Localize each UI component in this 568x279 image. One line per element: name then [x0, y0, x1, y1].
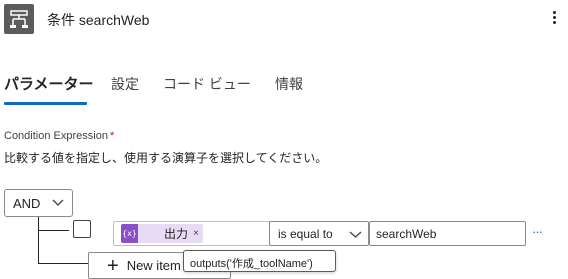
chevron-down-icon	[52, 199, 64, 206]
required-marker: *	[109, 130, 115, 142]
row-more-options-icon[interactable]: ···	[532, 224, 543, 239]
expression-icon: {x}	[121, 224, 138, 243]
new-item-label: New item	[126, 258, 181, 273]
tree-connector-add	[38, 263, 88, 264]
tab-settings[interactable]: 設定	[111, 74, 139, 94]
tab-parameters[interactable]: パラメーター	[4, 73, 94, 94]
group-operator-value: AND	[13, 195, 41, 211]
condition-expression-label: Condition Expression *	[4, 130, 114, 142]
right-operand-input[interactable]: searchWeb	[369, 221, 526, 246]
tree-connector-row	[38, 230, 69, 231]
tab-code-view[interactable]: コード ビュー	[163, 74, 251, 94]
tab-about[interactable]: 情報	[275, 74, 303, 94]
more-options-icon[interactable]	[547, 6, 561, 28]
condition-expression-label-text: Condition Expression	[4, 130, 108, 142]
left-operand-input[interactable]: {x} 出力 ×	[113, 221, 270, 246]
row-select-checkbox[interactable]	[73, 220, 91, 238]
condition-icon	[4, 4, 34, 34]
token-tooltip: outputs('作成_toolName')	[183, 250, 336, 272]
chevron-down-icon	[349, 231, 362, 238]
page-title: 条件 searchWeb	[47, 12, 150, 28]
group-operator-select[interactable]: AND	[4, 189, 73, 217]
dynamic-content-token[interactable]: {x} 出力 ×	[121, 224, 203, 243]
remove-token-icon[interactable]: ×	[193, 228, 199, 239]
add-icon: +	[107, 254, 119, 277]
active-tab-indicator	[4, 102, 87, 105]
token-label: 出力	[164, 227, 189, 241]
operator-value: is equal to	[278, 227, 333, 241]
tree-connector-vertical	[38, 217, 39, 264]
condition-description: 比較する値を指定し、使用する演算子を選択してください。	[4, 151, 328, 165]
operator-select[interactable]: is equal to	[269, 221, 369, 246]
